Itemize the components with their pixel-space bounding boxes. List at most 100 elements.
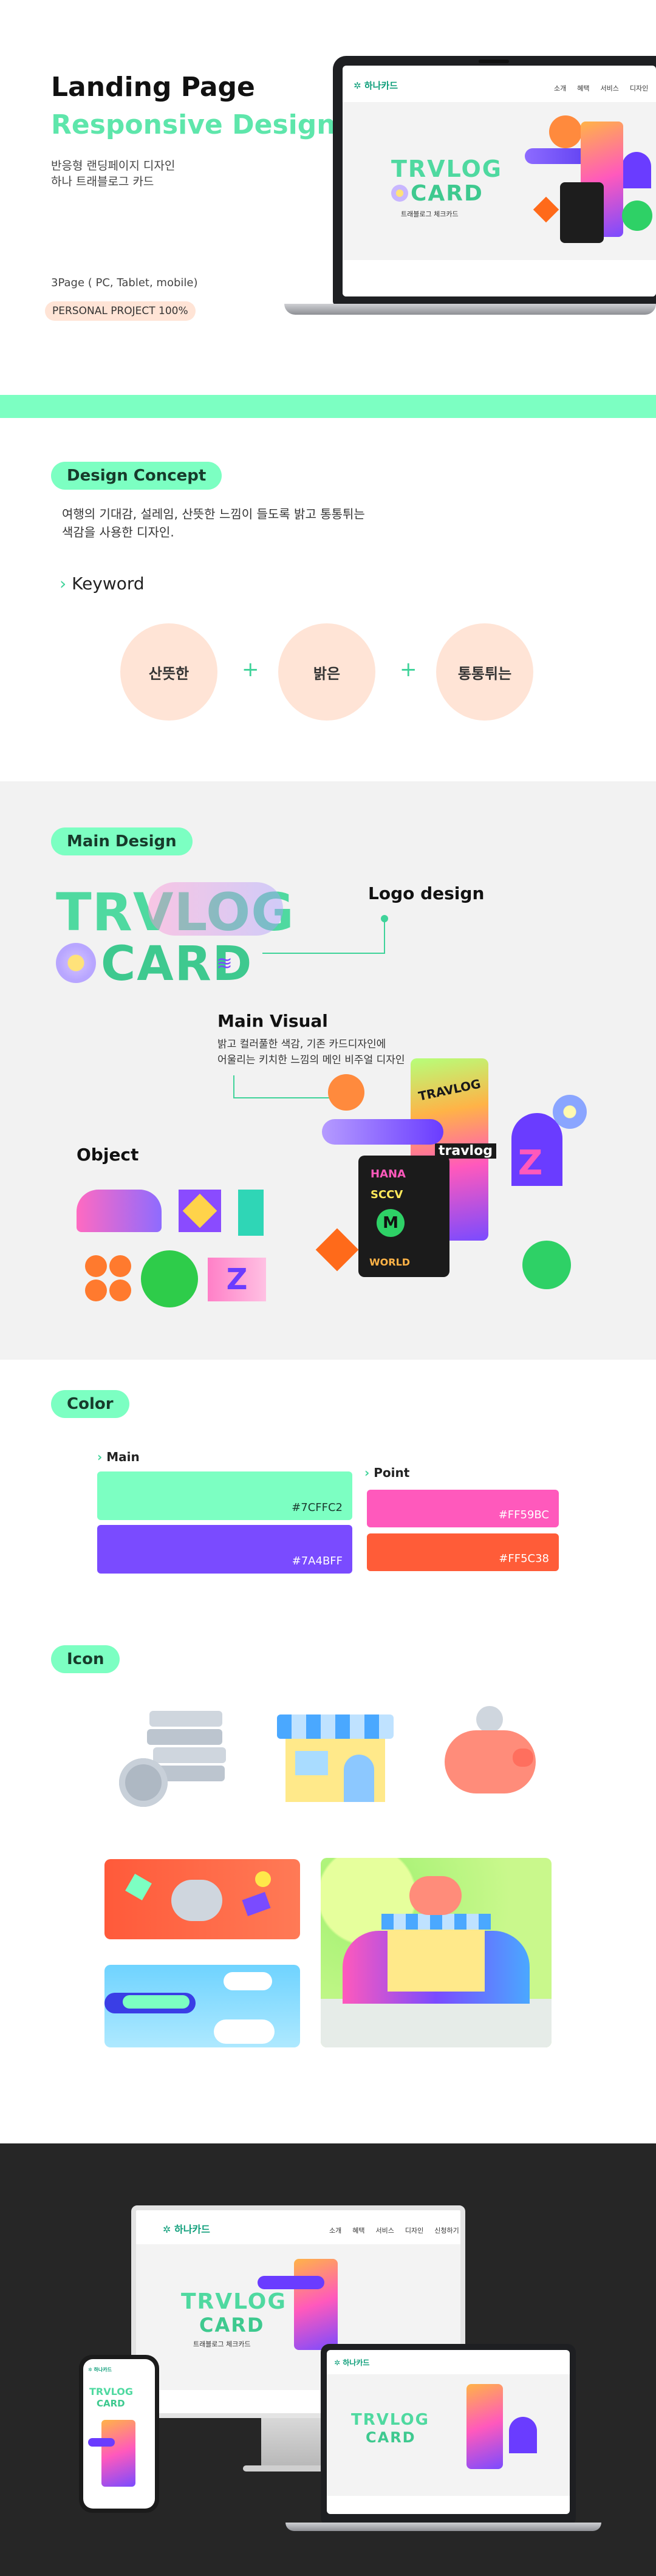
hana-logo-icon: ✲	[354, 80, 364, 91]
site-brand: 하나카드	[364, 80, 398, 91]
dots-object-icon	[85, 1255, 131, 1301]
desktop-nav: 소개 혜택 서비스 디자인 신청하기	[318, 2224, 459, 2235]
laptop2-logo-top: TRVLOG	[351, 2411, 429, 2429]
hero-section: Landing Page Responsive Design 반응형 랜딩페이지…	[0, 0, 656, 395]
desktop-tagline: 트래블로그 체크카드	[193, 2340, 251, 2348]
store-scene	[321, 1858, 552, 2047]
swatch-mint-hex: #7CFFC2	[292, 1501, 343, 1514]
keyword-title-text: Keyword	[72, 574, 145, 594]
connector-line	[262, 953, 385, 954]
color-section: Color › Main #7CFFC2 #7A4BFF › Point #FF…	[0, 1360, 656, 1609]
devices-section: ✲ 하나카드 소개 혜택 서비스 디자인 신청하기 TRVLOG CARD 트래블로그 …	[0, 2143, 656, 2576]
phone-logo-bottom: CARD	[97, 2398, 125, 2409]
main-visual-collage: TRAVLOG travlog Z SCCV M WORLD HANA	[315, 1058, 589, 1301]
laptop-mockup: ✲ 하나카드 소개 혜택 서비스 디자인 TRVLOG CARD 트래블로그 체크카드	[284, 56, 656, 317]
coins-banner	[104, 1859, 300, 1939]
wave-icon: ≋	[216, 951, 233, 975]
phone-mockup: ✲ 하나카드 TRVLOG CARD	[79, 2355, 159, 2513]
laptop2-brand: 하나카드	[343, 2358, 370, 2367]
plus-icon-1: +	[242, 657, 259, 682]
main-design-label: Main Design	[51, 827, 193, 855]
swatch-purple-hex: #7A4BFF	[292, 1555, 343, 1567]
piggy-bank-icon	[445, 1706, 536, 1797]
flower-icon	[56, 943, 96, 983]
laptop-mockup-2: ✲ 하나카드 TRVLOG CARD	[321, 2344, 576, 2526]
design-concept-label: Design Concept	[51, 462, 222, 490]
mint-divider	[0, 395, 656, 418]
personal-project-badge: PERSONAL PROJECT 100%	[45, 301, 196, 321]
main-visual-title: Main Visual	[217, 1011, 328, 1031]
main-visual-desc-1: 밝고 컬러풀한 색감, 기존 카드디자인에	[217, 1038, 386, 1050]
swatch-mint: #7CFFC2	[97, 1471, 352, 1520]
swatch-orange: #FF5C38	[367, 1533, 559, 1571]
keyword-title: › Keyword	[60, 574, 145, 594]
concept-desc-1: 여행의 기대감, 설레임, 산뜻한 느낌이 들도록 밝고 통통튀는	[62, 507, 365, 521]
keyword-circle-3: 통통튀는	[436, 623, 533, 721]
swatch-pink-hex: #FF59BC	[498, 1509, 549, 1521]
card-word-6: HANA	[371, 1168, 406, 1180]
point-color-label-text: Point	[374, 1465, 410, 1480]
cloud-object-icon	[77, 1190, 162, 1232]
nav-item-service[interactable]: 서비스	[601, 84, 619, 92]
main-color-label-text: Main	[106, 1450, 140, 1464]
desktop-nav-benefit[interactable]: 혜택	[352, 2227, 364, 2235]
card-word-5: M	[377, 1209, 405, 1237]
keyword-circle-2: 밝은	[278, 623, 375, 721]
chevron-right-icon: ›	[97, 1450, 107, 1464]
desktop-logo-top: TRVLOG	[181, 2289, 287, 2314]
hana-logo-icon: ✲	[163, 2224, 174, 2235]
desktop-brand: 하나카드	[174, 2224, 210, 2235]
chevron-right-icon: ›	[364, 1465, 374, 1480]
swatch-pink: #FF59BC	[367, 1490, 559, 1527]
icon-label: Icon	[51, 1645, 120, 1673]
logo-highlight	[148, 882, 283, 936]
desktop-nav-design[interactable]: 디자인	[405, 2227, 423, 2235]
icon-section: Icon	[0, 1609, 656, 2143]
nav-item-design[interactable]: 디자인	[630, 84, 648, 92]
hana-logo-icon: ✲	[334, 2358, 343, 2367]
mv-connector	[233, 1075, 234, 1098]
phone-logo-top: TRVLOG	[89, 2386, 133, 2397]
logo-design-title: Logo design	[368, 883, 485, 903]
squiggle-object-icon: Z	[208, 1258, 266, 1301]
concept-desc-2: 색감을 사용한 디자인.	[62, 525, 174, 540]
site-nav: 소개 혜택 서비스 디자인	[543, 81, 648, 93]
desktop-nav-apply[interactable]: 신청하기	[434, 2227, 459, 2235]
nav-item-intro[interactable]: 소개	[554, 84, 566, 92]
hero-title-2: Responsive Design	[51, 109, 336, 140]
desktop-nav-intro[interactable]: 소개	[329, 2227, 341, 2235]
airplane-banner	[104, 1965, 300, 2047]
hero-pages: 3Page ( PC, Tablet, mobile)	[51, 276, 198, 289]
hero-tagline: 트래블로그 체크카드	[401, 210, 459, 218]
coins-icon	[119, 1711, 228, 1808]
keyword-circle-1: 산뜻한	[120, 623, 217, 721]
swatch-purple: #7A4BFF	[97, 1525, 352, 1574]
color-label: Color	[51, 1390, 129, 1418]
nav-item-benefit[interactable]: 혜택	[577, 84, 589, 92]
desktop-nav-service[interactable]: 서비스	[376, 2227, 394, 2235]
bow-object-icon	[179, 1190, 221, 1232]
object-title: Object	[77, 1145, 139, 1165]
chevron-right-icon: ›	[60, 574, 72, 594]
badge-object-icon	[145, 1254, 194, 1304]
design-concept-section: Design Concept 여행의 기대감, 설레임, 산뜻한 느낌이 들도록…	[0, 418, 656, 781]
ticket-object-icon	[238, 1190, 264, 1236]
hero-desc-2: 하나 트래블로그 카드	[51, 175, 154, 188]
hero-title-1: Landing Page	[51, 72, 255, 103]
hero-logo-top: TRVLOG	[391, 156, 502, 182]
swatch-orange-hex: #FF5C38	[499, 1552, 549, 1565]
plus-icon-2: +	[400, 657, 417, 682]
hero-logo-bottom: CARD	[411, 181, 483, 206]
point-color-label: › Point	[364, 1465, 409, 1480]
main-design-section: Main Design TRVLOG CARD ≋ Logo design Ma…	[0, 781, 656, 1360]
store-icon	[277, 1714, 394, 1806]
connector-line-vert	[384, 919, 385, 954]
laptop2-logo-bottom: CARD	[366, 2429, 416, 2446]
desktop-logo-bottom: CARD	[199, 2314, 265, 2337]
main-visual-mini	[525, 109, 652, 255]
connector-dot	[381, 915, 388, 922]
main-color-label: › Main	[97, 1450, 140, 1464]
laptop-screen: ✲ 하나카드 소개 혜택 서비스 디자인 TRVLOG CARD 트래블로그 체크카드	[343, 66, 656, 296]
card-word-4: WORLD	[369, 1256, 411, 1268]
flower-icon	[391, 185, 408, 202]
